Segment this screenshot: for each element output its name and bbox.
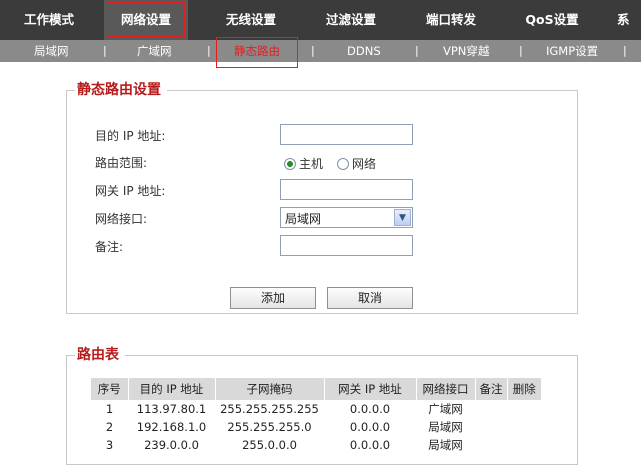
remark-label: 备注: [95,240,124,254]
cell-index: 1 [105,402,114,416]
range-host-label: 主机 [299,157,324,171]
cell-gateway: 0.0.0.0 [349,438,391,452]
table-row: 3 239.0.0.0 255.0.0.0 0.0.0.0 局域网 [91,436,541,454]
cell-dest-ip: 113.97.80.1 [136,402,207,416]
cell-delete[interactable] [507,400,541,418]
range-network-label: 网络 [352,157,377,171]
tab-filter-settings[interactable]: 过滤设置 [306,0,396,40]
cell-dest-ip: 239.0.0.0 [144,438,199,452]
cell-delete[interactable] [507,436,541,454]
subnav-separator: | [207,44,211,57]
tab-system[interactable]: 系 [617,0,641,40]
dest-ip-input[interactable] [280,124,413,145]
cell-dest-ip: 192.168.1.0 [136,420,207,434]
col-index-header: 序号 [91,378,129,400]
tab-network-settings[interactable]: 网络设置 [104,0,188,40]
subnav-separator: | [415,44,419,57]
subnav-separator: | [519,44,523,57]
radio-unselected-icon [337,157,349,170]
interface-label: 网络接口: [95,212,148,226]
route-table-title: 路由表 [75,346,125,364]
subnav-separator: | [623,44,627,57]
cell-subnet-mask: 255.255.255.255 [220,402,319,416]
col-subnet-mask-header: 子网掩码 [215,378,325,400]
subnav-igmp-settings[interactable]: IGMP设置 [546,40,598,62]
cell-interface: 局域网 [428,438,463,452]
subnav-separator: | [103,44,107,57]
chevron-down-icon[interactable]: ▼ [394,209,411,226]
col-gateway-header: 网关 IP 地址 [324,378,417,400]
tab-wireless-settings[interactable]: 无线设置 [206,0,296,40]
table-row: 1 113.97.80.1 255.255.255.255 0.0.0.0 广域… [91,400,541,418]
cell-subnet-mask: 255.0.0.0 [242,438,297,452]
top-nav: 工作模式 网络设置 无线设置 过滤设置 端口转发 QoS设置 系 [0,0,641,40]
dest-ip-label: 目的 IP 地址: [95,129,166,143]
tab-port-forwarding[interactable]: 端口转发 [406,0,496,40]
tab-qos-settings[interactable]: QoS设置 [506,0,598,40]
cell-remark [475,436,507,454]
cell-subnet-mask: 255.255.255.0 [227,420,312,434]
cell-remark [475,400,507,418]
route-range-label: 路由范围: [95,156,148,170]
cell-delete[interactable] [507,418,541,436]
cancel-button[interactable]: 取消 [327,287,413,309]
table-row: 2 192.168.1.0 255.255.255.0 0.0.0.0 局域网 [91,418,541,436]
active-tab-highlight [107,2,185,37]
route-table-header: 序号 目的 IP 地址 子网掩码 网关 IP 地址 网络接口 备注 删除 [91,378,541,400]
subnav-wan[interactable]: 广域网 [137,40,172,62]
route-table: 序号 目的 IP 地址 子网掩码 网关 IP 地址 网络接口 备注 删除 1 1… [91,378,541,454]
subnav-ddns[interactable]: DDNS [347,40,381,62]
subnav-lan[interactable]: 局域网 [34,40,69,62]
col-interface-header: 网络接口 [416,378,476,400]
tab-work-mode[interactable]: 工作模式 [0,0,98,40]
cell-gateway: 0.0.0.0 [349,420,391,434]
col-remark-header: 备注 [475,378,508,400]
range-network-radio[interactable]: 网络 [337,155,376,172]
range-host-radio[interactable]: 主机 [284,155,323,172]
gateway-ip-input[interactable] [280,179,413,200]
cell-gateway: 0.0.0.0 [349,402,391,416]
gateway-ip-label: 网关 IP 地址: [95,184,166,198]
static-route-title: 静态路由设置 [75,81,167,99]
add-button[interactable]: 添加 [230,287,316,309]
cell-index: 2 [105,420,114,434]
interface-selected-value: 局域网 [285,212,322,226]
active-subnav-highlight [216,37,298,68]
cell-interface: 局域网 [428,420,463,434]
sub-nav: 局域网 | 广域网 | 静态路由 | DDNS | VPN穿越 | IGMP设置… [0,40,641,62]
cell-index: 3 [105,438,114,452]
interface-select[interactable]: 局域网 ▼ [280,207,413,228]
radio-selected-icon [284,157,296,170]
col-dest-ip-header: 目的 IP 地址 [128,378,216,400]
subnav-separator: | [311,44,315,57]
cell-remark [475,418,507,436]
col-delete-header: 删除 [507,378,541,400]
cell-interface: 广域网 [428,402,463,416]
remark-input[interactable] [280,235,413,256]
subnav-vpn-passthrough[interactable]: VPN穿越 [443,40,489,62]
